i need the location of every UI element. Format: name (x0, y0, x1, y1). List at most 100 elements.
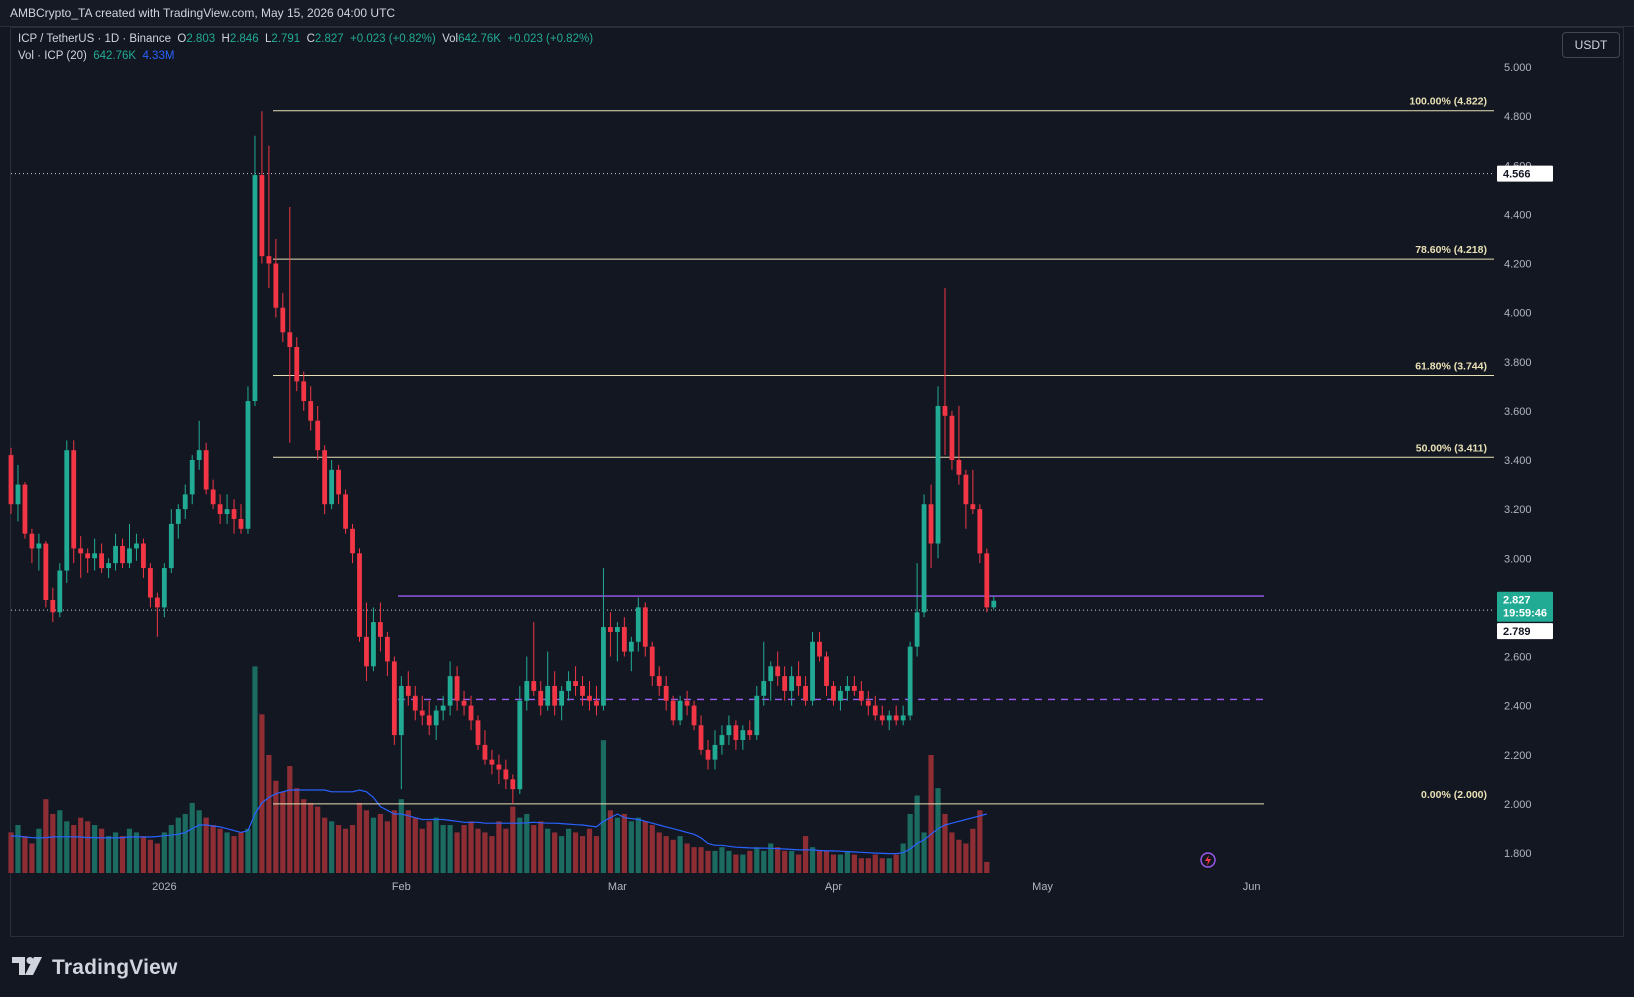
volume-bar (119, 836, 126, 873)
volume-bar (322, 817, 328, 873)
candle-body (378, 622, 383, 637)
candle-body (935, 405, 941, 544)
volume-bar (691, 847, 697, 873)
volume-bar (405, 810, 411, 873)
candle-body (838, 690, 843, 701)
candle-body (524, 681, 530, 701)
volume-bar (266, 754, 272, 873)
candle-body (559, 690, 565, 706)
y-tick-label: 3.600 (1504, 406, 1532, 418)
volume-bar (628, 821, 634, 873)
candle-body (851, 685, 857, 691)
volume-bar (412, 817, 418, 873)
symbol-name[interactable]: ICP / TetherUS · 1D · Binance (18, 33, 171, 45)
candle-body (175, 509, 181, 524)
volume-bar (914, 795, 920, 873)
candle-body (36, 543, 42, 549)
candle-body (991, 600, 997, 608)
candle-body (127, 548, 132, 564)
volume-ma-value: 4.33M (142, 50, 175, 62)
volume-bar (203, 817, 209, 873)
volume-bar (224, 832, 230, 873)
candle-body (552, 685, 558, 706)
volume-bar (879, 858, 885, 873)
volume-bar (315, 806, 321, 873)
volume-bar (677, 836, 683, 873)
fib-level-label: 78.60% (4.218) (1415, 244, 1487, 256)
candle-body (893, 715, 899, 721)
volume-indicator-name[interactable]: Vol · ICP (20) (18, 50, 87, 62)
candle-body (141, 543, 146, 569)
x-tick-label: 2026 (152, 881, 176, 893)
volume-bar (92, 825, 98, 873)
candle-body (914, 612, 920, 647)
volume-bar (782, 850, 788, 873)
candle-body (824, 656, 829, 686)
candle-body (628, 641, 634, 652)
candle-body (329, 469, 335, 505)
candle-body (336, 469, 341, 495)
volume-bar (816, 850, 823, 873)
volume-bar (50, 813, 56, 873)
candle-body (740, 730, 746, 741)
fib-level-label: 100.00% (4.822) (1409, 96, 1487, 108)
volume-bar (126, 828, 133, 873)
candle-body (252, 175, 258, 402)
candle-body (573, 681, 578, 686)
candle-body (57, 570, 63, 613)
candle-body (810, 641, 815, 701)
candle-body (384, 636, 390, 662)
volume-bar (496, 821, 502, 873)
price-chart[interactable]: 5.0004.8004.6004.4004.2004.0003.8003.600… (0, 0, 1634, 997)
volume-bar (140, 836, 147, 873)
y-tick-label: 2.000 (1504, 799, 1532, 811)
candle-body (705, 749, 711, 760)
candle-body (858, 690, 864, 701)
volume-bar (802, 836, 809, 873)
candle-body (148, 568, 153, 598)
volume-bar (607, 810, 614, 873)
candle-body (538, 690, 544, 706)
candle-body (782, 676, 788, 691)
currency-button[interactable]: USDT (1562, 32, 1620, 58)
candle-body (594, 700, 599, 706)
candle-body (461, 700, 467, 706)
candle-body (231, 509, 237, 519)
candle-body (817, 641, 822, 657)
volume-bar (238, 832, 244, 873)
volume-bar (133, 832, 140, 873)
candle-body (134, 543, 139, 549)
candle-body (712, 744, 718, 760)
volume-bar (663, 836, 669, 873)
candle-body (670, 700, 676, 721)
brand-name: TradingView (52, 956, 178, 979)
candle-body (217, 504, 223, 515)
candle-body (865, 700, 871, 706)
candle-body (22, 484, 28, 534)
symbol-legend: ICP / TetherUS · 1D · Binance O2.803 H2.… (18, 33, 593, 45)
candle-body (468, 705, 474, 721)
volume-bar (858, 858, 864, 873)
volume-bar (329, 821, 335, 873)
volume-bar (475, 828, 481, 873)
low-value: 2.791 (271, 33, 301, 45)
candle-body (64, 450, 70, 571)
volume-bar (15, 825, 21, 873)
candle-body (531, 681, 537, 691)
candle-body (496, 764, 502, 770)
y-tick-label: 4.200 (1504, 259, 1532, 271)
volume-bar (440, 825, 446, 873)
volume-bar (71, 825, 77, 873)
volume-bar (698, 847, 704, 873)
volume-bar (349, 825, 356, 873)
volume-bar (552, 832, 558, 873)
volume-bar (468, 821, 474, 873)
volume-bar (893, 854, 899, 873)
candle-body (78, 548, 84, 554)
candle-body (719, 735, 725, 745)
volume-bar (419, 828, 425, 873)
tradingview-brand[interactable]: TradingView (12, 956, 178, 980)
candle-body (50, 600, 56, 613)
candle-body (698, 725, 704, 750)
candle-body (921, 504, 927, 613)
